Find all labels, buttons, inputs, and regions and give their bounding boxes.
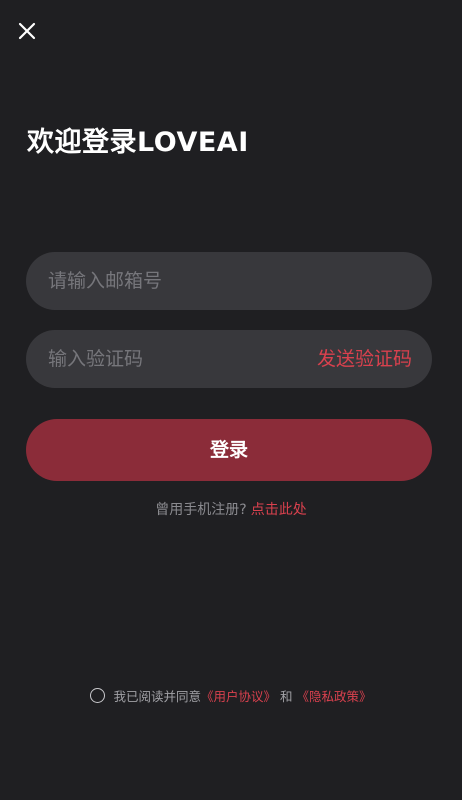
close-icon — [18, 22, 36, 40]
privacy-policy-link[interactable]: 《隐私政策》 — [297, 686, 372, 705]
agreement-prefix: 我已阅读并同意 — [113, 688, 201, 704]
register-link[interactable]: 点击此处 — [251, 502, 307, 518]
page-title: 欢迎登录LOVEAI — [27, 127, 249, 158]
login-button[interactable]: 登录 — [26, 419, 432, 481]
agreement-checkbox[interactable] — [90, 687, 106, 703]
code-field-container: 发送验证码 — [26, 330, 432, 388]
agreement-and: 和 — [280, 688, 293, 704]
user-agreement-link[interactable]: 《用户协议》 — [201, 686, 276, 705]
register-prompt: 曾用手机注册? — [155, 502, 247, 518]
verification-code-input[interactable] — [48, 330, 298, 388]
agreement-row: 我已阅读并同意 《用户协议》 和 《隐私政策》 — [0, 684, 462, 706]
close-button[interactable] — [16, 20, 38, 42]
email-field-container — [26, 252, 432, 310]
send-code-button[interactable]: 发送验证码 — [317, 330, 412, 388]
email-input[interactable] — [48, 252, 410, 310]
register-hint: 曾用手机注册? 点击此处 — [0, 499, 462, 519]
